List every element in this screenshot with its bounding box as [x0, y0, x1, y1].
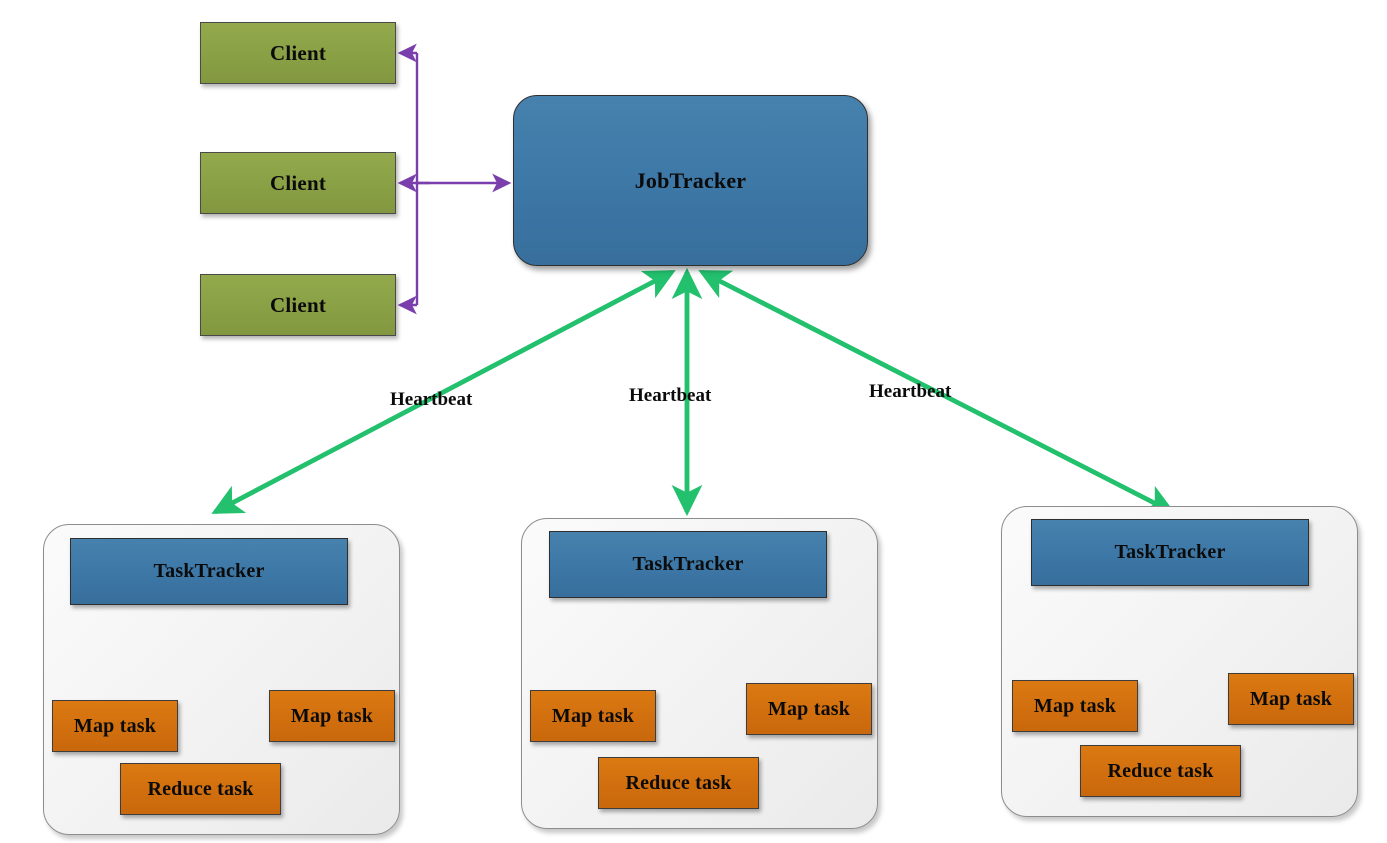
cluster-1-map-task-2-label: Map task — [290, 704, 374, 727]
heartbeat-label-2: Heartbeat — [629, 385, 712, 406]
cluster-2-reduce-task-label: Reduce task — [625, 771, 732, 794]
client-node-2[interactable]: Client — [200, 152, 396, 214]
client-node-3[interactable]: Client — [200, 274, 396, 336]
cluster-2-map-task-1-label: Map task — [551, 704, 635, 727]
cluster-3-tasktracker[interactable]: TaskTracker — [1031, 519, 1309, 586]
diagram-canvas: Client Client Client JobTracker Heartbea… — [0, 0, 1387, 843]
heartbeat-label-3: Heartbeat — [869, 381, 952, 402]
cluster-1-map-task-1[interactable]: Map task — [52, 700, 178, 752]
cluster-3-tasktracker-label: TaskTracker — [1114, 541, 1226, 563]
heartbeat-label-1: Heartbeat — [390, 389, 473, 410]
cluster-3-reduce-task-label: Reduce task — [1107, 759, 1214, 782]
jobtracker-node[interactable]: JobTracker — [513, 95, 868, 266]
client-node-3-label: Client — [269, 292, 327, 317]
client-node-2-label: Client — [269, 170, 327, 195]
jobtracker-label: JobTracker — [634, 167, 747, 193]
cluster-2-map-task-1[interactable]: Map task — [530, 690, 656, 742]
cluster-2-tasktracker[interactable]: TaskTracker — [549, 531, 827, 598]
cluster-1-tasktracker-label: TaskTracker — [153, 560, 265, 582]
cluster-2-map-task-2-label: Map task — [767, 697, 851, 720]
cluster-2-reduce-task[interactable]: Reduce task — [598, 757, 759, 809]
cluster-1-map-task-2[interactable]: Map task — [269, 690, 395, 742]
cluster-3-map-task-2-label: Map task — [1249, 687, 1333, 710]
cluster-3-map-task-1[interactable]: Map task — [1012, 680, 1138, 732]
cluster-3-map-task-2[interactable]: Map task — [1228, 673, 1354, 725]
client-jobtracker-links — [397, 43, 512, 315]
cluster-3-map-task-1-label: Map task — [1033, 694, 1117, 717]
client-node-1[interactable]: Client — [200, 22, 396, 84]
cluster-1-reduce-task-label: Reduce task — [147, 777, 254, 800]
cluster-3-reduce-task[interactable]: Reduce task — [1080, 745, 1241, 797]
client-node-1-label: Client — [269, 40, 327, 65]
cluster-2-map-task-2[interactable]: Map task — [746, 683, 872, 735]
cluster-1-map-task-1-label: Map task — [73, 714, 157, 737]
cluster-2-tasktracker-label: TaskTracker — [632, 553, 744, 575]
cluster-1-tasktracker[interactable]: TaskTracker — [70, 538, 348, 605]
cluster-1-reduce-task[interactable]: Reduce task — [120, 763, 281, 815]
